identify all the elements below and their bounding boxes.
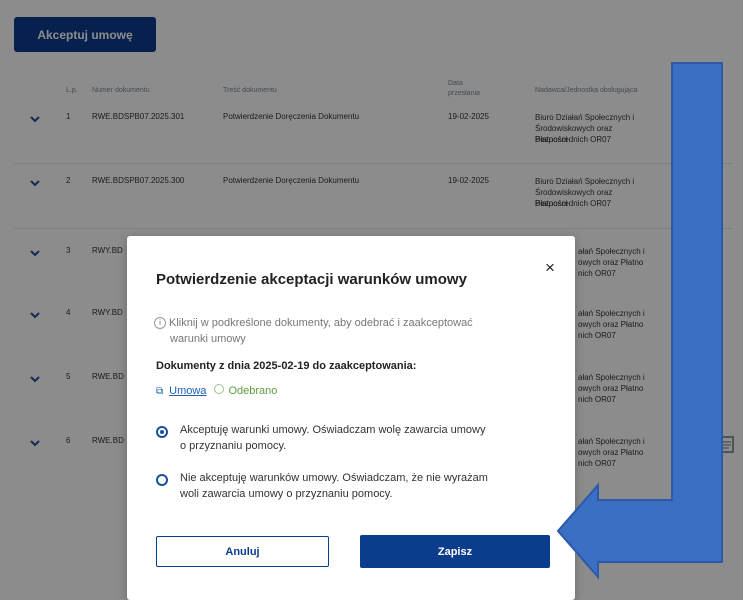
annotation-arrow-icon (556, 62, 723, 580)
